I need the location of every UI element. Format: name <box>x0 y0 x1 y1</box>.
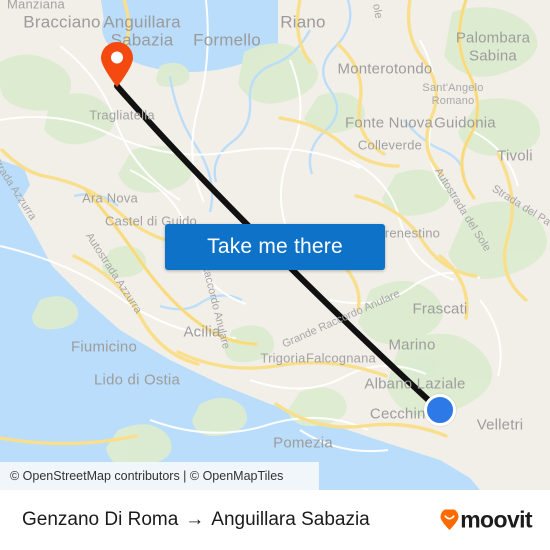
moovit-wordmark: moovit <box>460 506 532 533</box>
route-destination-label: Anguillara Sabazia <box>211 509 370 530</box>
route-origin-label: Genzano Di Roma <box>22 509 179 530</box>
map-canvas[interactable]: Manziana Bracciano Anguillara Sabazia Formel… <box>0 0 550 490</box>
map-attribution[interactable]: © OpenStreetMap contributors | © OpenMap… <box>0 462 319 490</box>
moovit-logo[interactable]: moovit <box>440 506 533 533</box>
origin-map-pin[interactable] <box>100 42 134 88</box>
route-summary: Genzano Di Roma → Anguillara Sabazia <box>22 509 370 531</box>
route-arrow-icon: → <box>185 509 205 530</box>
moovit-pin-icon <box>440 509 459 530</box>
moovit-route-card: Manziana Bracciano Anguillara Sabazia Formel… <box>0 0 550 550</box>
footer-bar: Genzano Di Roma → Anguillara Sabazia moovi… <box>0 490 550 550</box>
take-me-there-button[interactable]: Take me there <box>165 224 385 270</box>
destination-map-dot[interactable] <box>424 394 456 426</box>
